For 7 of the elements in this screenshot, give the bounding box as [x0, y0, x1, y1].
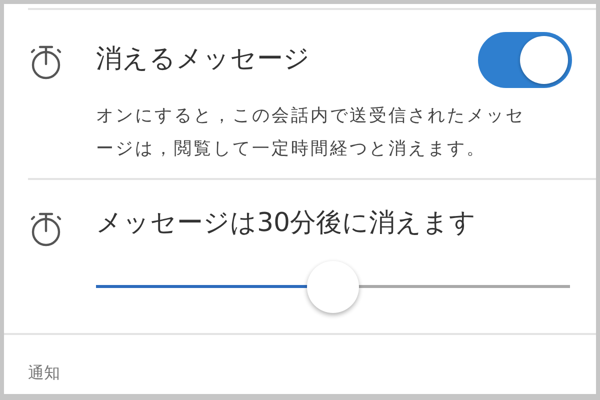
- setting-description: オンにすると，この会話内で送受信されたメッセージは，閲覧して一定時間経つと消えます。: [96, 105, 526, 161]
- setting-title: メッセージは30分後に消えます: [96, 207, 478, 240]
- timer-icon: [29, 211, 63, 247]
- setting-title: 消えるメッセージ: [96, 43, 310, 76]
- timer-icon: [29, 44, 63, 80]
- slider-thumb[interactable]: [307, 260, 359, 313]
- section-header: 通知: [27, 362, 61, 384]
